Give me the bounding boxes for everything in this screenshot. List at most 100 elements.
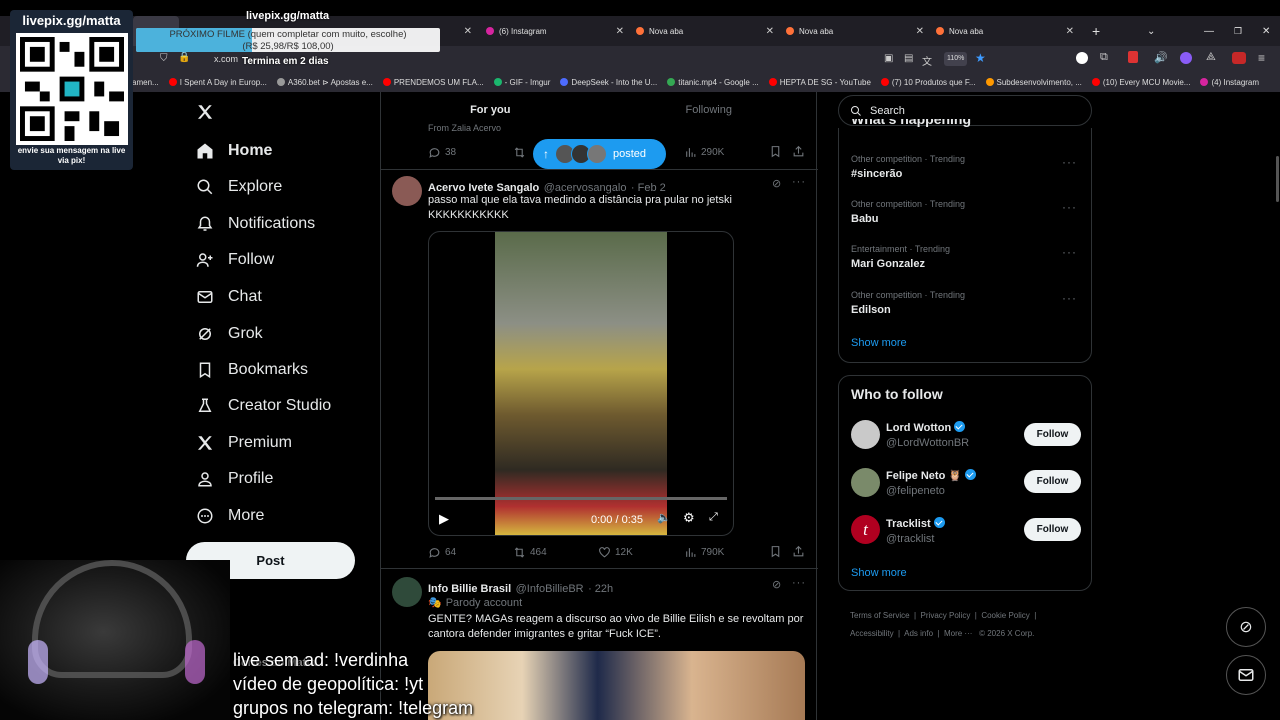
follow-button[interactable]: Follow	[1024, 518, 1081, 541]
bookmark-item[interactable]: (7) 10 Produtos que F...	[880, 78, 976, 87]
grok-float-button[interactable]: ⊘	[1226, 607, 1266, 647]
trend-item[interactable]: Entertainment · Trending Mari Gonzalez	[851, 244, 1081, 270]
fullscreen-icon[interactable]: ⤢	[709, 511, 718, 524]
share-icon[interactable]	[792, 545, 805, 558]
nav-grok[interactable]: Grok	[196, 325, 263, 343]
tab-nova-aba-1[interactable]: Nova aba ✕	[630, 16, 780, 46]
nav-more[interactable]: More	[196, 507, 264, 525]
grok-icon[interactable]: ⊘	[772, 578, 781, 591]
close-icon[interactable]: ✕	[766, 26, 774, 37]
extension-icon-2[interactable]	[1180, 52, 1192, 64]
menu-hamburger-icon[interactable]: ≡	[1258, 51, 1265, 65]
tab-instagram[interactable]: (6) Instagram ✕	[480, 16, 630, 46]
share-icon[interactable]	[792, 145, 805, 158]
scrollbar-thumb[interactable]	[1276, 156, 1279, 202]
bookmark-star-icon[interactable]: ★	[975, 51, 986, 65]
follow-button[interactable]: Follow	[1024, 470, 1081, 493]
nav-follow[interactable]: Follow	[196, 251, 274, 269]
bookmark-item[interactable]: I Spent A Day in Europ...	[168, 78, 267, 87]
author-handle[interactable]: @InfoBillieBR	[516, 583, 584, 595]
avatar[interactable]	[392, 176, 422, 206]
reader-icon[interactable]: ▤	[904, 53, 913, 64]
video-player[interactable]: ▶ 0:00 / 0:35 🔈 ⚙ ⤢	[428, 231, 734, 536]
footer-link[interactable]: More ···	[944, 629, 972, 638]
translate-icon[interactable]: 文	[922, 53, 932, 68]
nav-profile[interactable]: Profile	[196, 470, 273, 488]
close-icon[interactable]: ✕	[616, 26, 624, 37]
tab-nova-aba-2[interactable]: Nova aba ✕	[780, 16, 930, 46]
bookmark-icon[interactable]	[769, 545, 782, 558]
extensions-puzzle-icon[interactable]: ⧉	[1100, 51, 1108, 64]
video-progress-track[interactable]	[435, 497, 727, 500]
bookmark-item[interactable]: DeepSeek - Into the U...	[560, 78, 657, 87]
nav-chat[interactable]: Chat	[196, 288, 262, 306]
shield-icon[interactable]: ⛉	[160, 53, 168, 64]
bookmark-item[interactable]: Subdesenvolvimento, ...	[985, 78, 1082, 87]
avatar[interactable]	[851, 468, 880, 497]
view-count[interactable]: 790K	[684, 546, 724, 559]
more-icon[interactable]: ···	[1062, 155, 1077, 169]
messages-float-button[interactable]	[1226, 655, 1266, 695]
screenshot-icon[interactable]: ▣	[884, 53, 893, 64]
bookmark-item[interactable]: HEPTA DE SG - YouTube	[768, 78, 871, 87]
close-icon[interactable]: ✕	[916, 26, 924, 37]
nav-notifications[interactable]: Notifications	[196, 215, 315, 233]
close-icon[interactable]: ✕	[464, 26, 472, 37]
close-icon[interactable]: ✕	[1066, 26, 1074, 37]
grok-icon[interactable]: ⊘	[772, 177, 781, 190]
bookmark-item[interactable]: amen...	[132, 78, 159, 87]
tab-following[interactable]: Following	[600, 92, 819, 128]
footer-link[interactable]: Terms of Service	[850, 611, 910, 620]
more-icon[interactable]: ···	[1062, 200, 1077, 214]
zoom-level[interactable]: 110%	[944, 52, 968, 66]
show-more-link[interactable]: Show more	[851, 337, 907, 349]
more-icon[interactable]: ···	[792, 176, 806, 188]
nav-home[interactable]: Home	[196, 142, 272, 160]
repost-count[interactable]: 464	[513, 546, 547, 559]
adblock-icon[interactable]	[1232, 52, 1246, 64]
tracklist-logo[interactable]: t	[851, 515, 880, 544]
prev-reply-count[interactable]: 38	[428, 146, 456, 159]
minimize-icon[interactable]: —	[1198, 16, 1214, 46]
tab-nova-aba-3[interactable]: Nova aba ✕	[930, 16, 1080, 46]
trend-item[interactable]: Other competition · Trending #sincerão	[851, 154, 1081, 180]
bookmark-item[interactable]: (10) Every MCU Movie...	[1091, 78, 1190, 87]
user-suggestion[interactable]: Felipe Neto 🦉 @felipeneto	[886, 469, 977, 497]
trend-item[interactable]: Other competition · Trending Edilson	[851, 290, 1081, 316]
settings-gear-icon[interactable]: ⚙	[683, 510, 695, 526]
bookmark-item[interactable]: PRENDEMOS UM FLA...	[382, 78, 484, 87]
extension-icon-3[interactable]: ⟁	[1206, 51, 1216, 64]
footer-link[interactable]: Cookie Policy	[981, 611, 1029, 620]
nav-premium[interactable]: Premium	[196, 434, 292, 452]
more-icon[interactable]: ···	[1062, 245, 1077, 259]
prev-repost[interactable]	[513, 146, 526, 159]
bookmark-item[interactable]: (4) Instagram	[1200, 78, 1259, 87]
more-icon[interactable]: ···	[1062, 291, 1077, 305]
chevron-down-icon[interactable]: ⌄	[1141, 16, 1157, 46]
bookmark-icon[interactable]	[769, 145, 782, 158]
nav-bookmarks[interactable]: Bookmarks	[196, 361, 308, 379]
user-suggestion[interactable]: Tracklist @tracklist	[886, 517, 945, 545]
bookmark-item[interactable]: - GIF - Imgur	[493, 78, 550, 87]
footer-link[interactable]: Accessibility	[850, 629, 894, 638]
footer-link[interactable]: Privacy Policy	[921, 611, 971, 620]
user-suggestion[interactable]: Lord Wotton @LordWottonBR	[886, 421, 969, 449]
show-more-link[interactable]: Show more	[851, 567, 907, 579]
url-text[interactable]: x.com	[214, 54, 238, 64]
nav-explore[interactable]: Explore	[196, 178, 282, 196]
nav-creator-studio[interactable]: Creator Studio	[196, 397, 331, 415]
window-close-icon[interactable]: ✕	[1256, 16, 1272, 46]
reply-count[interactable]: 64	[428, 546, 456, 559]
follow-button[interactable]: Follow	[1024, 423, 1081, 446]
more-icon[interactable]: ···	[792, 577, 806, 589]
x-logo-icon[interactable]	[196, 103, 214, 121]
speaker-icon[interactable]: 🔊	[1154, 51, 1168, 64]
new-posts-pill[interactable]: ↑ posted	[533, 139, 666, 169]
extension-badge-icon[interactable]	[1128, 51, 1138, 63]
trend-item[interactable]: Other competition · Trending Babu	[851, 199, 1081, 225]
tab-close-area[interactable]: ✕	[440, 16, 478, 46]
tweet-date[interactable]: · 22h	[588, 583, 613, 595]
like-count[interactable]: 12K	[598, 546, 633, 559]
maximize-icon[interactable]: ❐	[1228, 16, 1244, 46]
avatar[interactable]	[851, 420, 880, 449]
